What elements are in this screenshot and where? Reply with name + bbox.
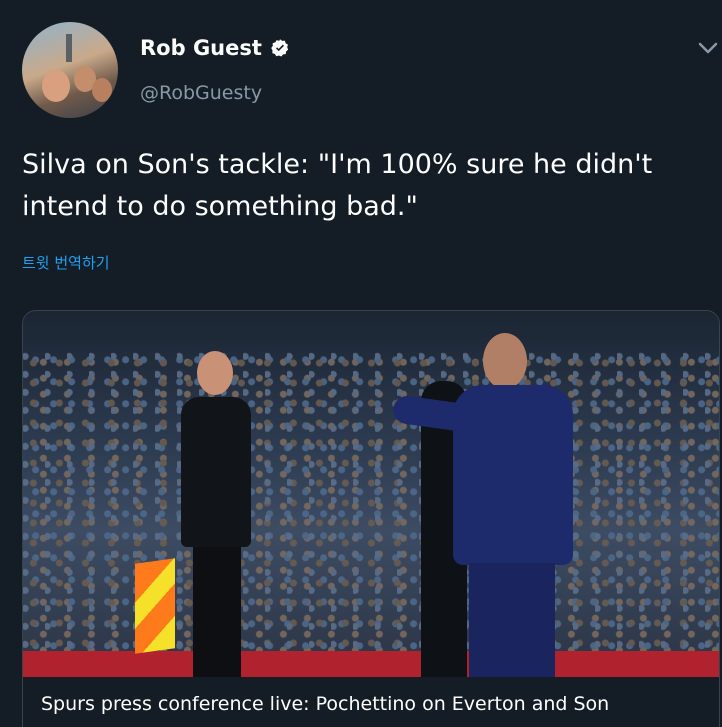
- tweet: Rob Guest @RobGuesty Silva on Son's tack…: [0, 0, 722, 727]
- link-card[interactable]: Spurs press conference live: Pochettino …: [22, 310, 720, 727]
- avatar[interactable]: [22, 22, 118, 118]
- card-image: [23, 311, 719, 677]
- translate-tweet-link[interactable]: 트윗 번역하기: [22, 252, 110, 273]
- author-handle[interactable]: @RobGuesty: [140, 82, 262, 104]
- verified-badge-icon: [271, 39, 289, 57]
- author-name-row[interactable]: Rob Guest: [140, 36, 290, 60]
- tweet-text: Silva on Son's tackle: "I'm 100% sure he…: [22, 149, 653, 222]
- author-display-name[interactable]: Rob Guest: [140, 36, 262, 60]
- card-title[interactable]: Spurs press conference live: Pochettino …: [41, 693, 609, 715]
- chevron-down-icon[interactable]: [694, 36, 722, 60]
